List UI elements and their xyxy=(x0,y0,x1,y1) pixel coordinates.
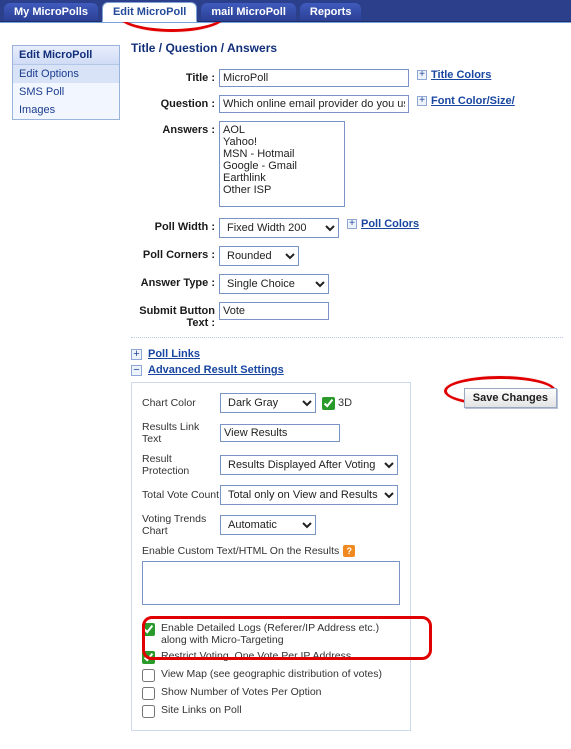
sidebar-title: Edit MicroPoll xyxy=(13,46,119,65)
label-corners: Poll Corners : xyxy=(131,246,219,261)
label-atype: Answer Type : xyxy=(131,274,219,289)
save-changes-button[interactable]: Save Changes xyxy=(464,388,557,408)
label-results-link: Results Link Text xyxy=(142,421,220,445)
label-question: Question : xyxy=(131,95,219,110)
textarea-custom-text[interactable] xyxy=(142,561,400,605)
label-answers: Answers : xyxy=(131,121,219,136)
tab-reports[interactable]: Reports xyxy=(300,3,362,21)
select-corners[interactable]: Rounded xyxy=(219,246,299,266)
tab-edit-micropoll[interactable]: Edit MicroPoll xyxy=(102,2,197,22)
help-icon[interactable]: ? xyxy=(343,545,355,557)
label-3d: 3D xyxy=(338,397,352,409)
select-total-vote[interactable]: Total only on View and Results xyxy=(220,485,398,505)
checkbox-site-links[interactable] xyxy=(142,705,155,718)
input-title[interactable] xyxy=(219,69,409,87)
advanced-panel: Chart Color Dark Gray 3D Results Link Te… xyxy=(131,382,411,731)
label-chart-color: Chart Color xyxy=(142,397,220,409)
link-polllinks[interactable]: Poll Links xyxy=(148,348,200,360)
select-voting-trends[interactable]: Automatic xyxy=(220,515,316,535)
label-submit: Submit Button Text : xyxy=(131,302,219,329)
label-pollwidth: Poll Width : xyxy=(131,218,219,233)
expand-poll-colors-icon[interactable]: + xyxy=(347,219,357,229)
label-title: Title : xyxy=(131,69,219,84)
tabbar: My MicroPolls Edit MicroPoll mail MicroP… xyxy=(0,0,571,22)
label-voting-trends: Voting Trends Chart xyxy=(142,513,220,537)
select-pollwidth[interactable]: Fixed Width 200 xyxy=(219,218,339,238)
select-chart-color[interactable]: Dark Gray xyxy=(220,393,316,413)
input-question[interactable] xyxy=(219,95,409,113)
collapse-advanced-icon[interactable]: − xyxy=(131,365,142,376)
checkbox-show-num[interactable] xyxy=(142,687,155,700)
sidebar: Edit MicroPoll Edit Options SMS Poll Ima… xyxy=(0,23,125,749)
sidebar-item-edit-options[interactable]: Edit Options xyxy=(13,65,119,83)
label-total-vote: Total Vote Count xyxy=(142,489,220,501)
select-result-protection[interactable]: Results Displayed After Voting xyxy=(220,455,398,475)
label-detailed-logs: Enable Detailed Logs (Referer/IP Address… xyxy=(161,622,400,646)
textarea-answers[interactable] xyxy=(219,121,345,207)
tab-my-micropolls[interactable]: My MicroPolls xyxy=(4,3,98,21)
page-heading: Title / Question / Answers xyxy=(131,41,563,55)
tab-mail-micropoll[interactable]: mail MicroPoll xyxy=(201,3,296,21)
select-answer-type[interactable]: Single Choice xyxy=(219,274,329,294)
checkbox-view-map[interactable] xyxy=(142,669,155,682)
link-poll-colors[interactable]: Poll Colors xyxy=(361,218,419,230)
link-advanced[interactable]: Advanced Result Settings xyxy=(148,364,284,376)
input-results-link[interactable] xyxy=(220,424,340,442)
label-view-map: View Map (see geographic distribution of… xyxy=(161,668,382,680)
label-restrict-voting: Restrict Voting, One Vote Per IP Address xyxy=(161,650,351,662)
checkbox-restrict-voting[interactable] xyxy=(142,651,155,664)
link-title-colors[interactable]: Title Colors xyxy=(431,69,491,81)
sidebar-item-sms-poll[interactable]: SMS Poll xyxy=(13,83,119,101)
divider xyxy=(131,337,563,338)
checkbox-3d[interactable] xyxy=(322,397,335,410)
label-custom-text: Enable Custom Text/HTML On the Results xyxy=(142,545,339,557)
checkbox-detailed-logs[interactable] xyxy=(142,623,155,636)
link-font[interactable]: Font Color/Size/ xyxy=(431,95,515,107)
input-submit-text[interactable] xyxy=(219,302,329,320)
expand-title-colors-icon[interactable]: + xyxy=(417,70,427,80)
label-result-protection: Result Protection xyxy=(142,453,220,477)
label-site-links: Site Links on Poll xyxy=(161,704,242,716)
sidebar-item-images[interactable]: Images xyxy=(13,101,119,119)
label-show-num: Show Number of Votes Per Option xyxy=(161,686,322,698)
expand-polllinks-icon[interactable]: + xyxy=(131,349,142,360)
expand-font-icon[interactable]: + xyxy=(417,96,427,106)
main-panel: Title / Question / Answers Title : + Tit… xyxy=(125,23,571,749)
